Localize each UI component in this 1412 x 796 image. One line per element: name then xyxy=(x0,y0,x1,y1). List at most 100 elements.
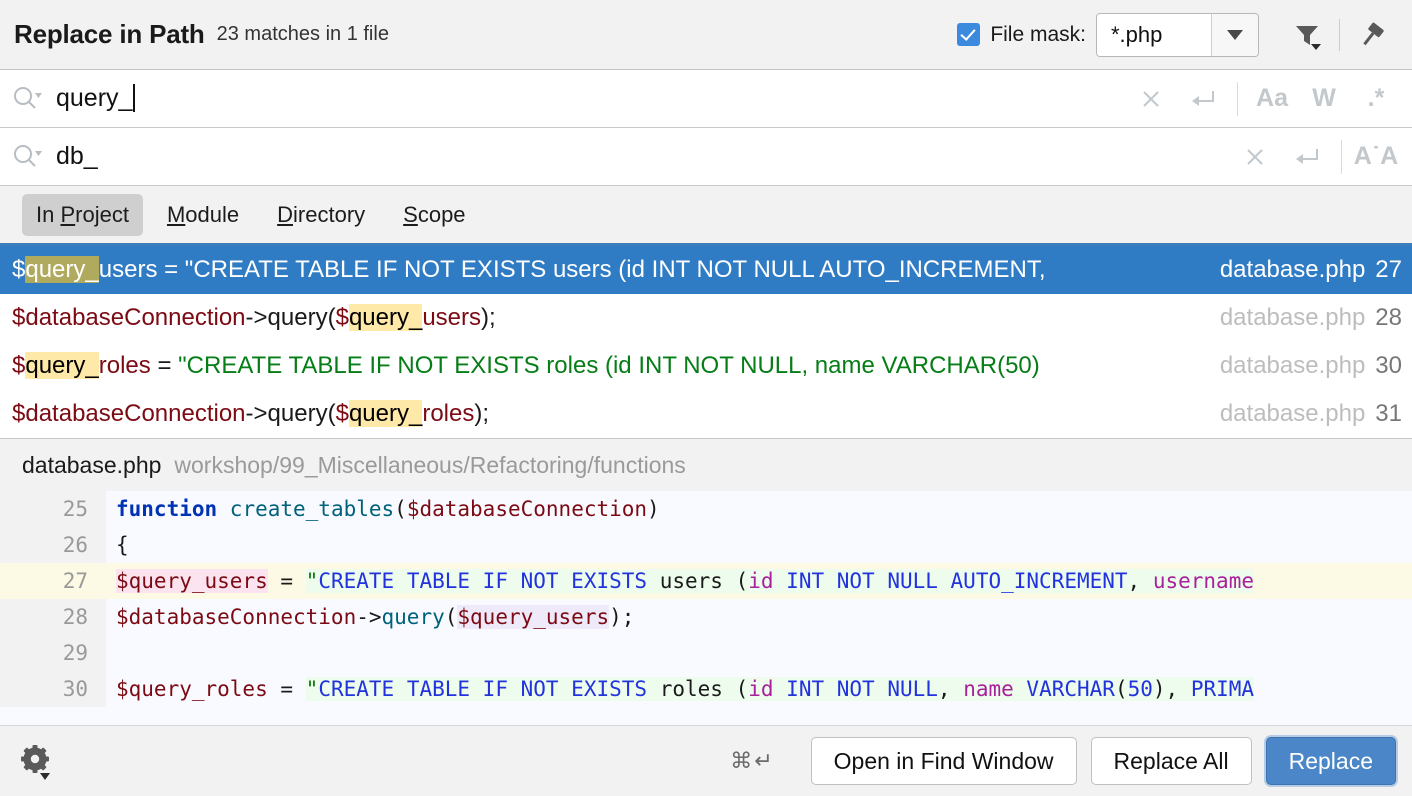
result-segment: ); xyxy=(481,304,496,331)
result-segment: "CREATE TABLE IF NOT EXISTS users (id IN… xyxy=(184,256,1046,283)
code-token: CREATE TABLE IF NOT EXISTS xyxy=(318,569,648,593)
file-mask-combobox[interactable]: *.php xyxy=(1096,12,1259,57)
scope-tab-scope[interactable]: Scope xyxy=(389,194,479,236)
scope-tab-module[interactable]: Module xyxy=(153,194,253,236)
regex-toggle[interactable]: .* xyxy=(1350,74,1402,124)
match-case-toggle[interactable]: Aa xyxy=(1246,74,1298,124)
code-token: PRIMA xyxy=(1190,677,1255,701)
code-line[interactable]: 27 $query_users = "CREATE TABLE IF NOT E… xyxy=(0,563,1412,599)
code-line[interactable]: 30 $query_roles = "CREATE TABLE IF NOT E… xyxy=(0,671,1412,707)
code-token: $databaseConnection xyxy=(406,497,648,521)
search-field-row[interactable]: query_ Aa W .* xyxy=(0,70,1412,128)
file-mask-checkbox[interactable] xyxy=(957,23,981,46)
result-file-name: database.php xyxy=(1219,400,1366,427)
search-results-list[interactable]: $query_users = "CREATE TABLE IF NOT EXIS… xyxy=(0,246,1412,438)
result-segment: $ xyxy=(12,400,26,427)
search-clear-button[interactable] xyxy=(1125,74,1177,124)
result-row-meta: database.php 28 xyxy=(1220,304,1408,332)
result-segment: users xyxy=(422,304,482,331)
result-row[interactable]: $query_users = "CREATE TABLE IF NOT EXIS… xyxy=(0,246,1412,294)
result-line-number: 28 xyxy=(1375,304,1402,331)
code-token: id xyxy=(748,677,774,701)
preserve-case-label: A˙A xyxy=(1353,142,1399,170)
result-row-text: $query_users = "CREATE TABLE IF NOT EXIS… xyxy=(12,256,1220,284)
code-line[interactable]: 25 function create_tables($databaseConnec… xyxy=(0,491,1412,527)
search-history-button[interactable] xyxy=(1177,74,1229,124)
code-line-number: 28 xyxy=(0,599,106,635)
code-token xyxy=(773,569,787,593)
result-row-meta: database.php 27 xyxy=(1220,256,1408,284)
titlebar-icons xyxy=(1281,12,1398,58)
code-line[interactable]: 29 xyxy=(0,635,1412,671)
code-token: $query_users xyxy=(116,569,268,593)
replace-history-button[interactable] xyxy=(1281,132,1333,182)
scope-tab-mnemonic: D xyxy=(277,201,294,227)
code-token xyxy=(1013,677,1027,701)
code-token: " xyxy=(305,569,319,593)
file-mask-dropdown-button[interactable] xyxy=(1211,13,1258,56)
replace-input[interactable]: db_ xyxy=(54,142,1229,171)
search-input[interactable]: query_ xyxy=(54,84,1125,113)
result-segment: databaseConnection xyxy=(25,304,246,331)
file-mask-value[interactable]: *.php xyxy=(1097,13,1211,56)
code-token: , xyxy=(937,677,964,701)
result-segment: $ xyxy=(335,304,349,331)
code-token: INT NOT NULL AUTO_INCREMENT xyxy=(786,569,1128,593)
result-row-text: $query_roles = "CREATE TABLE IF NOT EXIS… xyxy=(12,352,1220,380)
scope-tab-suffix: odule xyxy=(185,201,240,227)
search-icon[interactable] xyxy=(0,85,54,113)
result-row[interactable]: $query_roles = "CREATE TABLE IF NOT EXIS… xyxy=(0,342,1412,390)
filter-funnel-icon[interactable] xyxy=(1281,12,1333,58)
result-row[interactable]: $databaseConnection->query($query_roles)… xyxy=(0,390,1412,438)
whole-words-toggle[interactable]: W xyxy=(1298,74,1350,124)
match-case-label: Aa xyxy=(1256,84,1288,112)
code-token: ), xyxy=(1152,677,1191,701)
code-line-text: function create_tables($databaseConnecti… xyxy=(106,491,1412,527)
code-line[interactable]: 28 $databaseConnection->query($query_use… xyxy=(0,599,1412,635)
result-segment: users xyxy=(98,256,158,283)
code-token: $query_users xyxy=(457,605,610,629)
scope-tab-prefix: In xyxy=(36,201,61,227)
code-token: ( xyxy=(1114,677,1128,701)
code-token xyxy=(773,677,787,701)
preview-code-body[interactable]: 25 function create_tables($databaseConnec… xyxy=(0,491,1412,725)
result-segment: = xyxy=(157,256,185,283)
result-segment: -> xyxy=(245,400,268,427)
code-preview-panel: database.php workshop/99_Miscellaneous/R… xyxy=(0,438,1412,725)
result-row-text: $databaseConnection->query($query_roles)… xyxy=(12,400,1220,428)
replace-button[interactable]: Replace xyxy=(1265,737,1396,785)
code-token: { xyxy=(116,533,129,557)
result-row[interactable]: $databaseConnection->query($query_users)… xyxy=(0,294,1412,342)
dialog-footer: ⌘↵ Open in Find Window Replace All Repla… xyxy=(0,725,1412,796)
replace-field-row[interactable]: db_ A˙A xyxy=(0,128,1412,186)
result-segment: $ xyxy=(12,256,26,283)
match-count-label: 23 matches in 1 file xyxy=(216,23,389,45)
gear-icon[interactable] xyxy=(18,738,64,784)
code-token: , xyxy=(1127,569,1153,593)
scope-tab-directory[interactable]: Directory xyxy=(263,194,379,236)
pin-icon[interactable] xyxy=(1346,12,1398,58)
result-segment: ); xyxy=(474,400,490,427)
scope-tab-mnemonic: M xyxy=(166,201,186,227)
replace-all-button[interactable]: Replace All xyxy=(1090,737,1252,785)
result-line-number: 30 xyxy=(1375,352,1402,379)
result-segment: $ xyxy=(12,304,26,331)
code-token: ); xyxy=(609,605,635,629)
code-line[interactable]: 26 { xyxy=(0,527,1412,563)
open-in-find-window-button[interactable]: Open in Find Window xyxy=(810,737,1077,785)
code-line-number: 26 xyxy=(0,527,106,563)
code-token: " xyxy=(305,677,319,701)
code-token: CREATE TABLE IF NOT EXISTS xyxy=(318,677,648,701)
result-segment: "CREATE TABLE IF NOT EXISTS roles (id IN… xyxy=(178,352,1040,379)
preserve-case-toggle[interactable]: A˙A xyxy=(1350,132,1402,182)
code-token: $databaseConnection xyxy=(116,605,357,629)
replace-search-icon[interactable] xyxy=(0,143,54,171)
result-line-number: 31 xyxy=(1375,400,1402,427)
scope-tab-in-project[interactable]: In Project xyxy=(22,193,143,236)
replace-clear-button[interactable] xyxy=(1229,132,1281,182)
code-line-text: $query_users = "CREATE TABLE IF NOT EXIS… xyxy=(106,563,1412,599)
whole-words-label: W xyxy=(1312,84,1336,112)
result-row-meta: database.php 31 xyxy=(1220,400,1408,428)
preview-file-name: database.php xyxy=(22,451,162,478)
code-line-number: 27 xyxy=(0,563,106,599)
